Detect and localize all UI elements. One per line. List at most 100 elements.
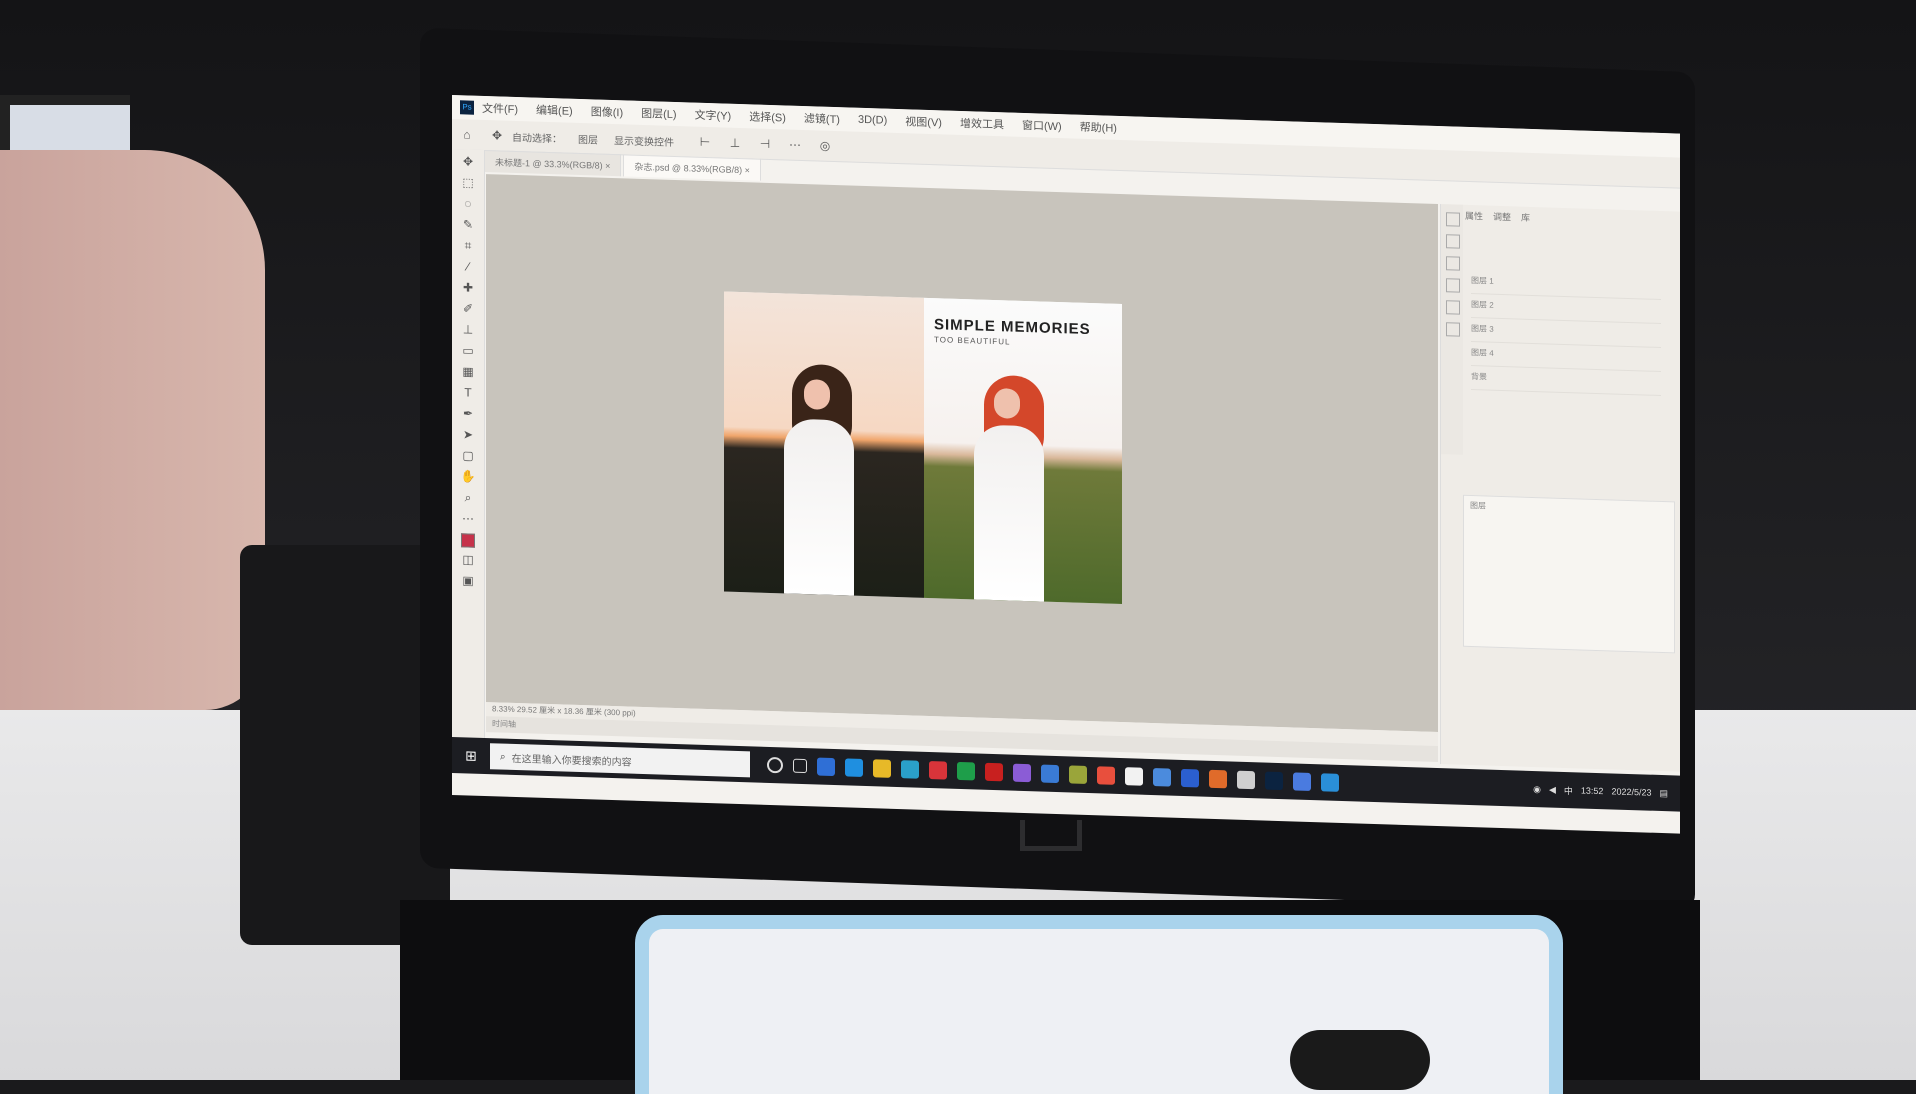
healing-tool-icon[interactable]: ✚ bbox=[458, 278, 478, 297]
cortana-icon[interactable] bbox=[767, 756, 783, 774]
screen-mode-icon[interactable]: ▣ bbox=[458, 571, 478, 590]
brush-panel-icon[interactable] bbox=[1446, 234, 1460, 249]
menu-image[interactable]: 图像(I) bbox=[591, 103, 623, 120]
ime-icon[interactable]: 中 bbox=[1564, 783, 1573, 796]
marquee-tool-icon[interactable]: ⬚ bbox=[458, 173, 478, 192]
align-left-icon[interactable]: ⊢ bbox=[698, 135, 712, 149]
layer-row[interactable]: 图层 1 bbox=[1471, 275, 1661, 300]
document-canvas[interactable]: SIMPLE MEMORIES TOO BEAUTIFUL bbox=[724, 291, 1122, 605]
home-icon[interactable]: ⌂ bbox=[460, 127, 474, 141]
menu-3d[interactable]: 3D(D) bbox=[858, 114, 887, 127]
taskbar-app-icon[interactable] bbox=[1013, 763, 1031, 783]
magazine-title-block: SIMPLE MEMORIES TOO BEAUTIFUL bbox=[934, 316, 1114, 350]
shape-tool-icon[interactable]: ▢ bbox=[458, 446, 478, 465]
paragraph-panel-icon[interactable] bbox=[1446, 278, 1460, 293]
laptop-logo-icon bbox=[1020, 820, 1082, 851]
taskbar-app-icon[interactable] bbox=[1041, 764, 1059, 784]
align-right-icon[interactable]: ⊣ bbox=[758, 137, 772, 151]
dress-right bbox=[974, 424, 1044, 602]
quick-mask-icon[interactable]: ◫ bbox=[458, 550, 478, 569]
canvas-area[interactable]: SIMPLE MEMORIES TOO BEAUTIFUL bbox=[486, 174, 1438, 732]
layer-row[interactable]: 图层 4 bbox=[1471, 347, 1661, 372]
taskbar-app-icon[interactable] bbox=[1097, 766, 1115, 785]
clock-time[interactable]: 13:52 bbox=[1581, 785, 1604, 796]
menu-filter[interactable]: 滤镜(T) bbox=[804, 110, 840, 127]
face-right bbox=[994, 388, 1020, 419]
tab-properties[interactable]: 属性 bbox=[1465, 209, 1483, 223]
character-panel-icon[interactable] bbox=[1446, 256, 1460, 271]
search-icon: ⌕ bbox=[500, 751, 506, 763]
zoom-tool-icon[interactable]: ⌕ bbox=[458, 488, 478, 507]
task-view-icon[interactable] bbox=[793, 758, 807, 774]
tab-libraries[interactable]: 库 bbox=[1521, 211, 1530, 224]
panel-dock bbox=[1441, 204, 1463, 455]
gradient-tool-icon[interactable]: ▦ bbox=[458, 362, 478, 381]
foreground-color-swatch[interactable] bbox=[461, 533, 475, 548]
taskbar-app-icon[interactable] bbox=[817, 757, 835, 777]
pen-tool-icon[interactable]: ✒ bbox=[458, 404, 478, 423]
windows-start-icon[interactable]: ⊞ bbox=[462, 746, 480, 765]
taskbar-app-icon[interactable] bbox=[1125, 767, 1143, 786]
taskbar-app-icon[interactable] bbox=[1069, 765, 1087, 784]
taskbar-search[interactable]: ⌕ 在这里输入你要搜索的内容 bbox=[490, 743, 750, 778]
taskbar-app-icon[interactable] bbox=[1265, 771, 1283, 791]
taskbar-app-icon[interactable] bbox=[1293, 772, 1311, 791]
menu-edit[interactable]: 编辑(E) bbox=[536, 102, 573, 119]
auto-select-label[interactable]: 自动选择： bbox=[512, 128, 562, 145]
laptop-screen: Ps 文件(F) 编辑(E) 图像(I) 图层(L) 文字(Y) 选择(S) 滤… bbox=[452, 95, 1680, 834]
tab-magazine[interactable]: 杂志.psd @ 8.33%(RGB/8) × bbox=[623, 154, 761, 181]
move-tool-icon[interactable]: ✥ bbox=[490, 128, 504, 142]
styles-panel-icon[interactable] bbox=[1446, 322, 1460, 337]
menu-select[interactable]: 选择(S) bbox=[749, 108, 786, 125]
taskbar-app-icon[interactable] bbox=[873, 759, 891, 778]
crop-tool-icon[interactable]: ⌗ bbox=[458, 236, 478, 255]
brush-tool-icon[interactable]: ✐ bbox=[458, 299, 478, 318]
menu-file[interactable]: 文件(F) bbox=[482, 100, 518, 117]
type-tool-icon[interactable]: T bbox=[458, 383, 478, 402]
lasso-tool-icon[interactable]: ◌ bbox=[458, 194, 478, 213]
menu-plugins[interactable]: 增效工具 bbox=[960, 115, 1004, 132]
taskbar-app-icon[interactable] bbox=[929, 760, 947, 780]
swatches-panel-icon[interactable] bbox=[1446, 300, 1460, 315]
layer-row[interactable]: 背景 bbox=[1471, 371, 1661, 396]
menu-type[interactable]: 文字(Y) bbox=[695, 107, 732, 124]
menu-view[interactable]: 视图(V) bbox=[905, 113, 942, 130]
tab-untitled[interactable]: 未标题-1 @ 33.3%(RGB/8) × bbox=[484, 150, 622, 177]
eyedropper-tool-icon[interactable]: ⁄ bbox=[458, 257, 478, 276]
more-tools-icon[interactable]: ⋯ bbox=[458, 509, 478, 528]
taskbar-app-icon[interactable] bbox=[901, 760, 919, 779]
align-center-icon[interactable]: ⊥ bbox=[728, 136, 742, 150]
taskbar-app-icon[interactable] bbox=[957, 761, 975, 781]
menu-help[interactable]: 帮助(H) bbox=[1080, 119, 1117, 136]
volume-icon[interactable]: ◀ bbox=[1549, 784, 1556, 795]
stamp-tool-icon[interactable]: ⊥ bbox=[458, 320, 478, 339]
target-select[interactable]: 图层 bbox=[578, 130, 598, 146]
history-panel-icon[interactable] bbox=[1446, 212, 1460, 227]
move-tool-icon[interactable]: ✥ bbox=[458, 152, 478, 171]
taskbar-app-icon[interactable] bbox=[985, 762, 1003, 782]
quick-select-tool-icon[interactable]: ✎ bbox=[458, 215, 478, 234]
network-icon[interactable]: ◉ bbox=[1533, 783, 1541, 794]
layer-row[interactable]: 图层 3 bbox=[1471, 323, 1661, 348]
hand-tool-icon[interactable]: ✋ bbox=[458, 467, 478, 486]
clock-date[interactable]: 2022/5/23 bbox=[1611, 786, 1651, 797]
taskbar-app-icon[interactable] bbox=[1153, 768, 1171, 787]
menu-layer[interactable]: 图层(L) bbox=[641, 105, 676, 122]
taskbar-app-icon[interactable] bbox=[1237, 770, 1255, 790]
tab-adjustments[interactable]: 调整 bbox=[1493, 210, 1511, 224]
notification-icon[interactable]: ▤ bbox=[1659, 787, 1668, 798]
layers-panel: 图层 bbox=[1463, 494, 1675, 654]
distribute-icon[interactable]: ⋯ bbox=[788, 138, 802, 152]
taskbar-apps bbox=[812, 757, 1344, 792]
taskbar-app-icon[interactable] bbox=[1181, 768, 1199, 788]
path-select-tool-icon[interactable]: ➤ bbox=[458, 425, 478, 444]
show-transform-checkbox[interactable]: 显示变换控件 bbox=[614, 132, 674, 149]
taskbar-app-icon[interactable] bbox=[845, 758, 863, 777]
taskbar-app-icon[interactable] bbox=[1321, 773, 1339, 792]
panel-tabs: 属性 调整 库 bbox=[1465, 209, 1540, 224]
menu-window[interactable]: 窗口(W) bbox=[1022, 117, 1062, 134]
eraser-tool-icon[interactable]: ▭ bbox=[458, 341, 478, 360]
taskbar-app-icon[interactable] bbox=[1209, 769, 1227, 789]
3d-mode-icon[interactable]: ◎ bbox=[818, 139, 832, 153]
layer-row[interactable]: 图层 2 bbox=[1471, 299, 1661, 324]
